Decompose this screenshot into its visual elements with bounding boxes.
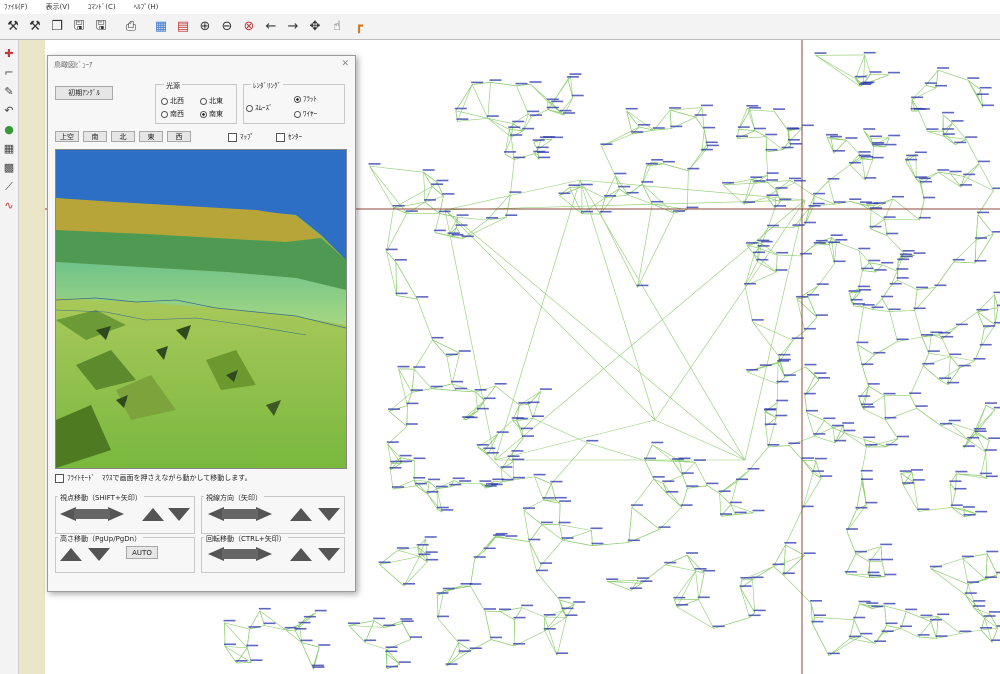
- profile-tool-icon[interactable]: ⟋: [2, 179, 17, 194]
- height-move-label: 高さ移動（PgUp/PgDn）: [58, 534, 144, 544]
- map-checkbox[interactable]: ﾏｯﾌﾟ: [228, 132, 254, 142]
- save-icon[interactable]: 🖫: [69, 17, 89, 37]
- pan-icon[interactable]: ✥: [305, 17, 325, 37]
- light-southwest[interactable]: 南西: [161, 109, 184, 119]
- dialog-title: 鳥瞰図ﾋﾞｭｰｱ: [54, 61, 93, 69]
- light-northeast[interactable]: 北東: [200, 96, 223, 106]
- arrow-right-icon[interactable]: →: [283, 17, 303, 37]
- menu-command[interactable]: ｺﾏﾝﾄﾞ(C): [88, 2, 116, 12]
- center-checkbox[interactable]: ｾﾝﾀｰ: [276, 132, 302, 142]
- auto-button[interactable]: AUTO: [126, 546, 158, 559]
- initial-angle-button[interactable]: 初期ｱﾝｸﾞﾙ: [55, 86, 113, 100]
- graph-tool-icon[interactable]: ∿: [2, 198, 17, 213]
- hand-icon[interactable]: ☝: [327, 17, 347, 37]
- copy-icon[interactable]: ❐: [47, 17, 67, 37]
- toolbar: ⚒ ⚒ ❐ 🖫 🖫 ⎙ ▦ ▤ ⊕ ⊖ ⊗ ← → ✥ ☝ ┏: [0, 14, 1000, 40]
- height-move-arrows[interactable]: [60, 546, 120, 562]
- undo-tool-icon[interactable]: ↶: [2, 103, 17, 118]
- layers-icon[interactable]: ▤: [173, 17, 193, 37]
- view-west-button[interactable]: 西: [167, 131, 191, 142]
- grid-tool-icon[interactable]: ▦: [2, 141, 17, 156]
- menu-file[interactable]: ﾌｧｲﾙ(F): [4, 2, 28, 12]
- view-south-button[interactable]: 南: [83, 131, 107, 142]
- edit-tool-icon[interactable]: ✎: [2, 84, 17, 99]
- viewpoint-move-arrows[interactable]: [60, 506, 190, 522]
- zoom-fit-icon[interactable]: ⊗: [239, 17, 259, 37]
- save-as-icon[interactable]: 🖫: [91, 17, 111, 37]
- corner-icon[interactable]: ┏: [349, 17, 369, 37]
- menu-bar: ﾌｧｲﾙ(F) 表示(V) ｺﾏﾝﾄﾞ(C) ﾍﾙﾌﾟ(H): [0, 0, 1000, 14]
- viewpoint-move-label: 視点移動（SHIFT+矢印）: [58, 493, 144, 503]
- map-icon[interactable]: ▦: [151, 17, 171, 37]
- line-tool-icon[interactable]: ⌐: [2, 65, 17, 80]
- rotate-move-arrows[interactable]: [208, 546, 340, 562]
- left-tool-palette: ✚ ⌐ ✎ ↶ ● ▦ ▩ ⟋ ∿: [0, 40, 19, 674]
- view-east-button[interactable]: 東: [139, 131, 163, 142]
- render-flat[interactable]: ﾌﾗｯﾄ: [294, 94, 317, 104]
- left-ruler-strip: [19, 40, 46, 674]
- light-source-label: 光源: [164, 81, 182, 91]
- view-north-button[interactable]: 北: [111, 131, 135, 142]
- rendering-label: ﾚﾝﾀﾞﾘﾝｸﾞ: [251, 81, 283, 91]
- arrow-left-icon[interactable]: ←: [261, 17, 281, 37]
- birdseye-3d-view[interactable]: [55, 149, 347, 469]
- print-icon[interactable]: ⎙: [121, 17, 141, 37]
- light-northwest[interactable]: 北西: [161, 96, 184, 106]
- view-direction-arrows[interactable]: [208, 506, 340, 522]
- rotate-move-label: 回転移動（CTRL+矢印）: [204, 534, 288, 544]
- dialog-title-bar: 鳥瞰図ﾋﾞｭｰｱ ✕: [48, 56, 355, 74]
- render-wire[interactable]: ﾜｲﾔｰ: [294, 109, 317, 119]
- birdseye-dialog: 鳥瞰図ﾋﾞｭｰｱ ✕ 初期ｱﾝｸﾞﾙ 光源 北西 北東 南西 南東 ﾚﾝﾀﾞﾘﾝ…: [47, 55, 356, 592]
- point-tool-icon[interactable]: ✚: [2, 46, 17, 61]
- globe-tool-icon[interactable]: ●: [2, 122, 17, 137]
- close-icon[interactable]: ✕: [341, 59, 349, 69]
- grid-alt-tool-icon[interactable]: ▩: [2, 160, 17, 175]
- survey-icon[interactable]: ⚒: [3, 17, 23, 37]
- flight-mode-checkbox[interactable]: ﾌﾗｲﾄﾓｰﾄﾞ ﾏｳｽで画面を押さえながら動かして移動します。: [55, 473, 252, 483]
- view-top-button[interactable]: 上空: [55, 131, 79, 142]
- survey-alt-icon[interactable]: ⚒: [25, 17, 45, 37]
- light-southeast[interactable]: 南東: [200, 109, 223, 119]
- terrain-render: [56, 150, 346, 468]
- zoom-out-icon[interactable]: ⊖: [217, 17, 237, 37]
- menu-help[interactable]: ﾍﾙﾌﾟ(H): [134, 2, 159, 12]
- render-smooth[interactable]: ｽﾑｰｽﾞ: [246, 103, 273, 113]
- view-direction-label: 視線方向（矢印）: [204, 493, 264, 503]
- menu-view[interactable]: 表示(V): [46, 2, 70, 12]
- zoom-in-icon[interactable]: ⊕: [195, 17, 215, 37]
